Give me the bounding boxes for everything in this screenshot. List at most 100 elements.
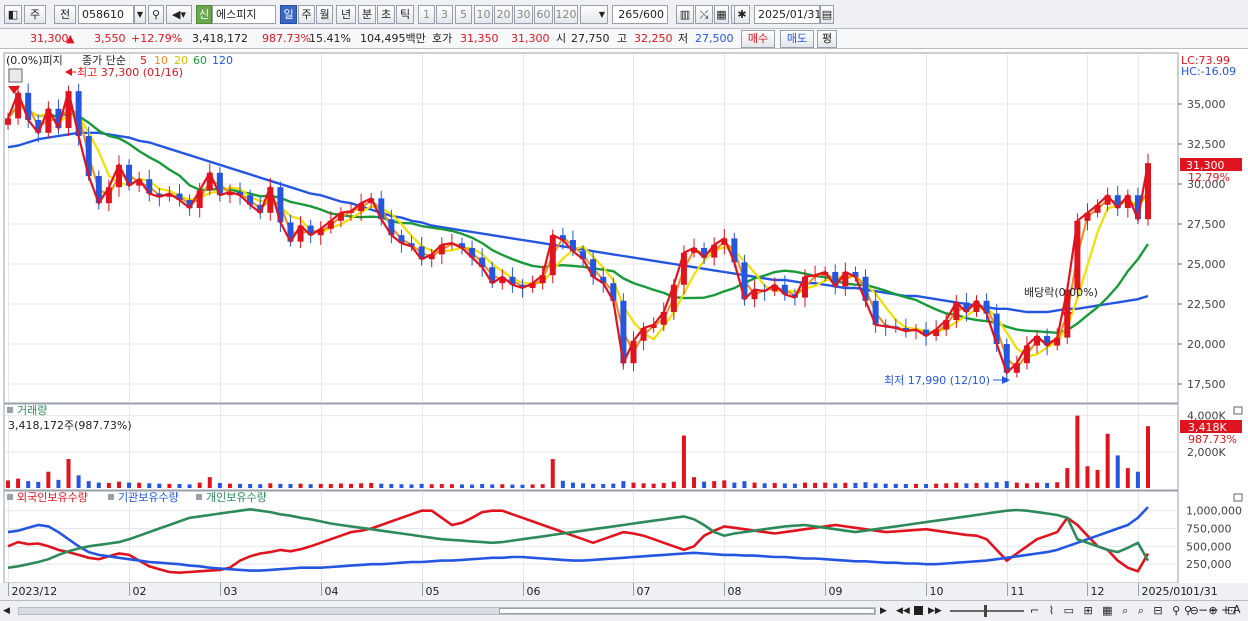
holdings-legend-foreign: 외국인보유수량 — [17, 491, 88, 504]
code-input[interactable]: 058610 — [78, 5, 134, 24]
settings-gear-icon[interactable]: ✱ — [734, 5, 750, 24]
volume-bar — [147, 483, 152, 488]
period-minute[interactable]: 분 — [358, 5, 376, 24]
volume-bar — [954, 482, 959, 488]
holdings-tick-label: 500,000 — [1186, 540, 1232, 553]
volume-bar — [1095, 469, 1100, 488]
zoom-in-icon[interactable]: ⚲ — [1184, 604, 1192, 618]
buy-button[interactable]: 매수 — [741, 30, 775, 48]
volume-bar — [258, 484, 263, 488]
price-tick-label: 17,500 — [1187, 378, 1226, 391]
quote-bar: 31,300 ▲ 3,550 +12.79% 3,418,172 987.73%… — [0, 29, 1248, 49]
volume-bar — [106, 482, 111, 488]
bar-count-field[interactable]: 265/600 — [612, 5, 668, 24]
change-amount: 3,550 — [94, 32, 126, 45]
volume-bar — [641, 483, 646, 488]
zoom-plus-icon[interactable]: + — [1221, 603, 1231, 617]
candle-type-icon[interactable]: ▥ — [676, 5, 694, 24]
eval-button[interactable]: 평 — [817, 30, 837, 48]
price-tick-label: 27,500 — [1187, 218, 1226, 231]
volume-bar — [984, 482, 989, 488]
x-axis-label: 11 — [1011, 585, 1025, 598]
bar-total: /600 — [639, 8, 664, 21]
volume-bar — [288, 484, 293, 488]
draw-tool-icon[interactable]: ⤯ — [695, 5, 713, 24]
volume-bar — [167, 483, 172, 488]
open-price: 27,750 — [571, 32, 610, 45]
date-field[interactable]: 2025/01/31 — [754, 5, 821, 24]
market-selector[interactable]: 주 — [24, 5, 46, 24]
stock-name-field[interactable]: 에스피지 — [212, 5, 276, 24]
volume-bar — [510, 484, 515, 488]
new-listing-badge: 신 — [196, 5, 212, 24]
holdings-pane[interactable] — [3, 490, 1179, 584]
price-pane[interactable] — [3, 52, 1179, 404]
zoom-slider-handle[interactable] — [984, 605, 987, 617]
volume-summary: 3,418,172주(987.73%) — [8, 419, 132, 432]
open-label: 시 — [556, 32, 567, 45]
mult-120[interactable]: 120 — [554, 5, 578, 24]
line-icon[interactable]: ─ — [1210, 603, 1217, 617]
mult-1[interactable]: 1 — [418, 5, 435, 24]
volume-bar — [207, 477, 212, 488]
volume-bar — [470, 484, 475, 488]
period-tick[interactable]: 틱 — [396, 5, 414, 24]
volume-pane[interactable] — [3, 403, 1179, 491]
volume-bar — [591, 483, 596, 488]
volume-bar — [560, 480, 565, 488]
code-dropdown-icon[interactable]: ▼ — [134, 5, 146, 24]
custom-period-dropdown-icon[interactable]: ▼ — [580, 5, 608, 24]
rewind-icon[interactable]: ◀◀ — [896, 604, 910, 618]
calculator-icon[interactable] — [8, 68, 23, 83]
volume-bar — [46, 471, 51, 488]
mult-10[interactable]: 10 — [474, 5, 493, 24]
volume-bar — [1004, 481, 1009, 488]
volume-bar — [1075, 415, 1080, 488]
volume-bar — [1085, 466, 1090, 488]
fast-forward-icon[interactable]: ▶▶ — [928, 604, 942, 618]
volume-bar — [813, 482, 818, 488]
mult-3[interactable]: 3 — [436, 5, 453, 24]
stop-icon[interactable] — [914, 606, 923, 615]
window-menu-icon[interactable]: ◧ — [4, 5, 22, 24]
search-icon[interactable]: ⚲ — [148, 5, 164, 24]
chart-svg[interactable]: 35,00032,50030,00027,50025,00022,50020,0… — [0, 50, 1248, 600]
volume-bar — [389, 484, 394, 488]
volume-pane-close-icon[interactable] — [1233, 406, 1243, 415]
volume-bar — [359, 483, 364, 488]
period-week[interactable]: 주 — [298, 5, 315, 24]
period-year[interactable]: 년 — [336, 5, 356, 24]
volume-bar — [823, 482, 828, 488]
holdings-pane-close-icon[interactable] — [1233, 493, 1243, 502]
zoom-slider-track[interactable] — [950, 610, 1024, 612]
holdings-tick-label: 1,000,000 — [1186, 505, 1242, 518]
holdings-pane-toggle-icon[interactable] — [7, 494, 13, 500]
scrollbar-track[interactable] — [18, 607, 876, 615]
period-day[interactable]: 일 — [280, 5, 297, 24]
price-tick-label: 22,500 — [1187, 298, 1226, 311]
period-month[interactable]: 월 — [316, 5, 333, 24]
grid-icon[interactable]: ▦ — [714, 5, 729, 24]
calendar-icon[interactable]: ▤ — [820, 5, 834, 24]
mult-5[interactable]: 5 — [455, 5, 472, 24]
volume-pane-toggle-icon[interactable] — [7, 407, 13, 413]
sell-button[interactable]: 매도 — [780, 30, 814, 48]
low-price: 27,500 — [695, 32, 734, 45]
period-second[interactable]: 초 — [377, 5, 395, 24]
volume-bar — [439, 484, 444, 488]
volume-bar — [1024, 483, 1029, 488]
speaker-icon[interactable]: ◀▾ — [166, 5, 192, 24]
scroll-right-icon[interactable]: ▶ — [880, 604, 887, 618]
holdings-y-axis: 1,000,000 750,000 500,000 250,000 — [1186, 505, 1242, 571]
mult-30[interactable]: 30 — [514, 5, 533, 24]
volume-bar — [490, 484, 495, 488]
scrollbar-thumb[interactable] — [499, 608, 875, 614]
mult-60[interactable]: 60 — [534, 5, 553, 24]
prev-button[interactable]: 전 — [54, 5, 76, 24]
zoom-minus-icon[interactable]: − — [1198, 603, 1208, 617]
scroll-left-icon[interactable]: ◀ — [3, 604, 15, 618]
mult-20[interactable]: 20 — [494, 5, 513, 24]
volume-bar — [792, 483, 797, 488]
volume-bar — [974, 482, 979, 488]
text-tool-icon[interactable]: A — [1233, 603, 1241, 617]
